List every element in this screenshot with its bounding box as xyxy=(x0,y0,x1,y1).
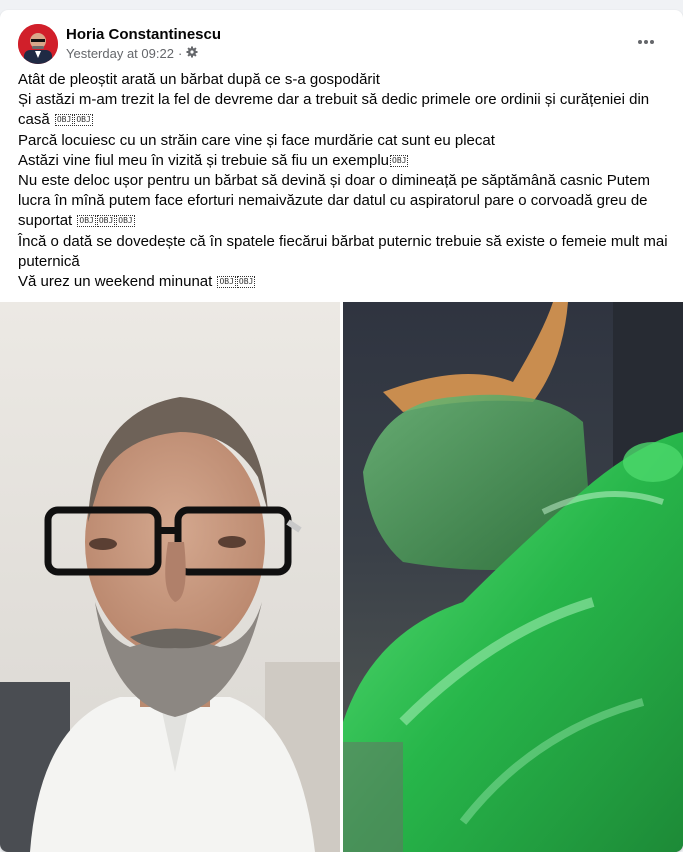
emoji-placeholder-icon: OBJ xyxy=(116,215,135,228)
post-text-line: Astăzi vine fiul meu în vizită și trebui… xyxy=(18,151,668,171)
post-text-line-content: Și astăzi m-am trezit la fel de devreme … xyxy=(18,91,650,129)
post-text-line-content: Astăzi vine fiul meu în vizită și trebui… xyxy=(18,151,390,169)
post-text-line: Parcă locuiesc cu un străin care vine și… xyxy=(18,131,668,151)
post-text-line: Nu este deloc ușor pentru un bărbat să d… xyxy=(18,171,668,232)
author-avatar[interactable] xyxy=(18,24,58,64)
photo-grid xyxy=(0,302,683,852)
meta-separator: · xyxy=(177,46,183,61)
post-text-line: Vă urez un weekend minunat OBJ OBJ xyxy=(18,272,668,292)
emoji-placeholder-icon: OBJ xyxy=(54,114,74,127)
emoji-placeholder-icon: OBJ xyxy=(217,276,236,289)
gear-icon[interactable] xyxy=(186,46,198,61)
post-text: Atât de pleoștit arată un bărbat după ce… xyxy=(18,70,668,292)
post-text-line-content: Parcă locuiesc cu un străin care vine și… xyxy=(18,131,495,149)
emoji-placeholder-icon: OBJ xyxy=(77,215,96,228)
emoji-placeholder-icon: OBJ xyxy=(96,215,116,228)
emoji-placeholder-icon: OBJ xyxy=(236,276,256,289)
post-card: Horia Constantinescu Yesterday at 09:22 … xyxy=(0,10,683,852)
post-header: Horia Constantinescu Yesterday at 09:22 … xyxy=(18,22,668,68)
post-text-line: Atât de pleoștit arată un bărbat după ce… xyxy=(18,70,668,90)
author-name[interactable]: Horia Constantinescu xyxy=(66,26,221,43)
photo-selfie[interactable] xyxy=(0,302,340,852)
post-text-line: Încă o dată se dovedește că în spatele f… xyxy=(18,232,668,272)
post-timestamp[interactable]: Yesterday at 09:22 xyxy=(66,46,174,61)
photo-trash-bags[interactable] xyxy=(343,302,683,852)
emoji-placeholder-icon: OBJ xyxy=(74,114,93,127)
post-text-line-content: Atât de pleoștit arată un bărbat după ce… xyxy=(18,71,380,88)
post-meta: Yesterday at 09:22 · xyxy=(66,46,198,61)
post-text-line-content: Vă urez un weekend minunat xyxy=(18,273,217,291)
more-options-icon[interactable] xyxy=(632,32,660,52)
emoji-placeholder-icon: OBJ xyxy=(390,154,409,167)
post-text-line-content: Încă o dată se dovedește că în spatele f… xyxy=(18,232,668,270)
post-text-line: Și astăzi m-am trezit la fel de devreme … xyxy=(18,90,668,130)
